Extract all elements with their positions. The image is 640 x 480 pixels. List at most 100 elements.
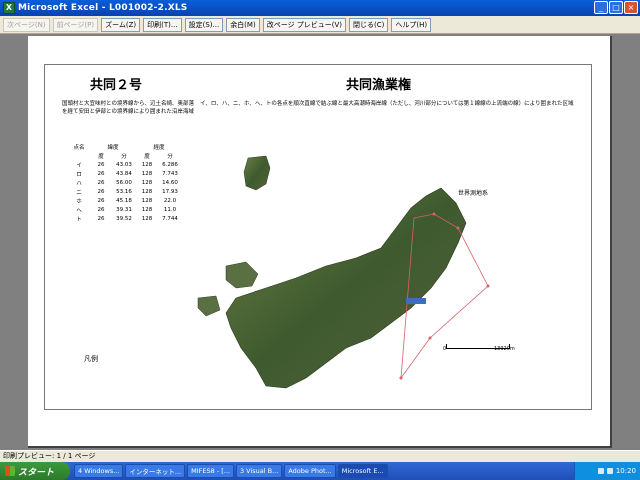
table-row: イ 26 43.03 128 6.286 — [68, 160, 182, 169]
lon-min: 22.0 — [163, 197, 177, 204]
area-description-right: イ、ロ、ハ、ニ、ホ、ヘ、トの各点を順次直線で結ぶ線と最大高潮時海岸線（ただし、河… — [200, 101, 574, 107]
lon-deg: 128 — [141, 179, 153, 186]
taskbar-item-mifes[interactable]: MIFES8 - [... — [187, 464, 234, 478]
window-title: Microsoft Excel - L001002-2.XLS — [18, 3, 188, 13]
windows-flag-icon — [5, 466, 15, 476]
excel-app-icon[interactable]: X — [3, 2, 15, 14]
next-page-button[interactable]: 次ページ(N) — [3, 17, 50, 32]
point-name: ニ — [76, 189, 82, 196]
lat-deg: 26 — [97, 161, 105, 168]
table-row: ヘ 26 39.31 128 11.0 — [68, 205, 182, 214]
scale-start-label: 0 — [443, 346, 447, 352]
satellite-map — [197, 155, 490, 389]
task-label: インターネット... — [129, 468, 182, 476]
lon-deg: 128 — [141, 197, 153, 204]
start-button[interactable]: スタート — [0, 462, 70, 480]
system-tray: 10:20 — [574, 462, 640, 480]
help-button[interactable]: ヘルプ(H) — [391, 17, 432, 32]
table-row: ニ 26 53.16 128 17.93 — [68, 187, 182, 196]
minimize-button[interactable]: _ — [594, 1, 608, 14]
scale-end-label: 13920m — [494, 346, 515, 352]
close-preview-button[interactable]: 閉じる(C) — [349, 17, 389, 32]
lon-min: 11.0 — [163, 206, 177, 213]
lon-min: 17.93 — [162, 188, 178, 195]
margins-button[interactable]: 余白(M) — [226, 17, 260, 32]
preview-page[interactable]: 共同２号 共同漁業権 国頭村と大宜味村との境界線から、辺土名崎、奥部落を経て安田… — [28, 36, 612, 448]
point-name: ホ — [76, 198, 82, 205]
tray-icon[interactable] — [606, 468, 613, 474]
print-preview-toolbar: 次ページ(N) 前ページ(P) ズーム(Z) 印刷(T)... 設定(S)...… — [0, 16, 640, 34]
lon-min: 14.60 — [162, 179, 178, 186]
lon-deg: 128 — [141, 170, 153, 177]
taskbar-item-windows[interactable]: 4 Windows... — [74, 464, 124, 478]
print-button[interactable]: 印刷(T)... — [143, 17, 182, 32]
island-small — [243, 155, 271, 191]
coordinate-header-row: 点名 緯度 経度 — [68, 142, 182, 151]
taskbar-item-excel[interactable]: Microsoft E... — [337, 464, 388, 478]
coordinate-subheader-row: 度 分 度 分 — [68, 151, 182, 160]
lat-min: 43.03 — [116, 161, 132, 168]
lat-deg: 26 — [97, 170, 105, 177]
window-titlebar: X Microsoft Excel - L001002-2.XLS _ □ × — [0, 0, 640, 16]
table-row: ト 26 39.52 128 7.744 — [68, 214, 182, 223]
area-description-left: 国頭村と大宜味村との境界線から、辺土名崎、奥部落を経て安田と伊部との境界線により… — [62, 101, 194, 115]
page-break-preview-button[interactable]: 改ページ プレビュー(V) — [262, 17, 347, 32]
island-lower-left — [225, 261, 259, 289]
lat-deg: 26 — [97, 206, 105, 213]
boundary-point — [399, 376, 403, 380]
header-lat-deg: 度 — [98, 153, 104, 160]
header-point: 点名 — [73, 144, 85, 151]
island-left-edge — [197, 295, 221, 317]
header-latitude: 緯度 — [107, 144, 119, 151]
window-controls: _ □ × — [594, 1, 638, 14]
taskbar-item-visual-basic[interactable]: 3 Visual B... — [235, 464, 283, 478]
boundary-point — [486, 284, 490, 288]
setup-button[interactable]: 設定(S)... — [184, 17, 224, 32]
lat-deg: 26 — [97, 179, 105, 186]
start-label: スタート — [18, 467, 55, 478]
boundary-point — [428, 336, 432, 340]
task-label: MIFES8 - [... — [191, 467, 230, 475]
lon-deg: 128 — [141, 215, 153, 222]
document-title-right: 共同漁業権 — [346, 78, 412, 93]
lat-deg: 26 — [97, 215, 105, 222]
point-name: ハ — [76, 180, 82, 187]
header-longitude: 経度 — [153, 144, 165, 151]
table-row: ハ 26 56.00 128 14.60 — [68, 178, 182, 187]
island-main — [225, 187, 467, 389]
taskbar-item-photoshop[interactable]: Adobe Phot... — [284, 464, 336, 478]
lat-deg: 26 — [97, 197, 105, 204]
point-name: ロ — [76, 171, 82, 178]
boundary-point — [456, 226, 460, 230]
close-button[interactable]: × — [624, 1, 638, 14]
previous-page-button[interactable]: 前ページ(P) — [52, 17, 99, 32]
coordinate-table: 点名 緯度 経度 度 分 度 分 イ 26 43.03 128 6.286 ロ … — [68, 142, 182, 223]
point-name: ト — [76, 216, 82, 223]
clock[interactable]: 10:20 — [616, 467, 636, 475]
lat-min: 43.84 — [116, 170, 132, 177]
tray-icon[interactable] — [597, 468, 604, 474]
zoom-button[interactable]: ズーム(Z) — [101, 17, 141, 32]
preview-area[interactable]: 共同２号 共同漁業権 国頭村と大宜味村との境界線から、辺土名崎、奥部落を経て安田… — [0, 34, 640, 450]
task-label: Microsoft E... — [341, 467, 384, 475]
legend-label: 凡例 — [84, 355, 98, 363]
lat-min: 39.52 — [116, 215, 132, 222]
document-title-left: 共同２号 — [90, 78, 143, 93]
task-label: Adobe Phot... — [288, 467, 332, 475]
lon-deg: 128 — [141, 161, 153, 168]
lon-min: 7.744 — [162, 215, 178, 222]
lat-min: 45.18 — [116, 197, 132, 204]
maximize-button[interactable]: □ — [609, 1, 623, 14]
map-label-box — [406, 298, 426, 304]
task-label: 4 Windows... — [78, 467, 120, 475]
header-lon-min: 分 — [167, 153, 173, 160]
lat-min: 53.16 — [116, 188, 132, 195]
lon-deg: 128 — [141, 188, 153, 195]
header-lon-deg: 度 — [144, 153, 150, 160]
boundary-point — [432, 212, 436, 216]
taskbar-item-internet[interactable]: インターネット... — [125, 464, 186, 478]
windows-taskbar: スタート 4 Windows... インターネット... MIFES8 - [.… — [0, 462, 640, 480]
task-label: 3 Visual B... — [239, 467, 279, 475]
lat-min: 39.31 — [116, 206, 132, 213]
header-lat-min: 分 — [121, 153, 127, 160]
